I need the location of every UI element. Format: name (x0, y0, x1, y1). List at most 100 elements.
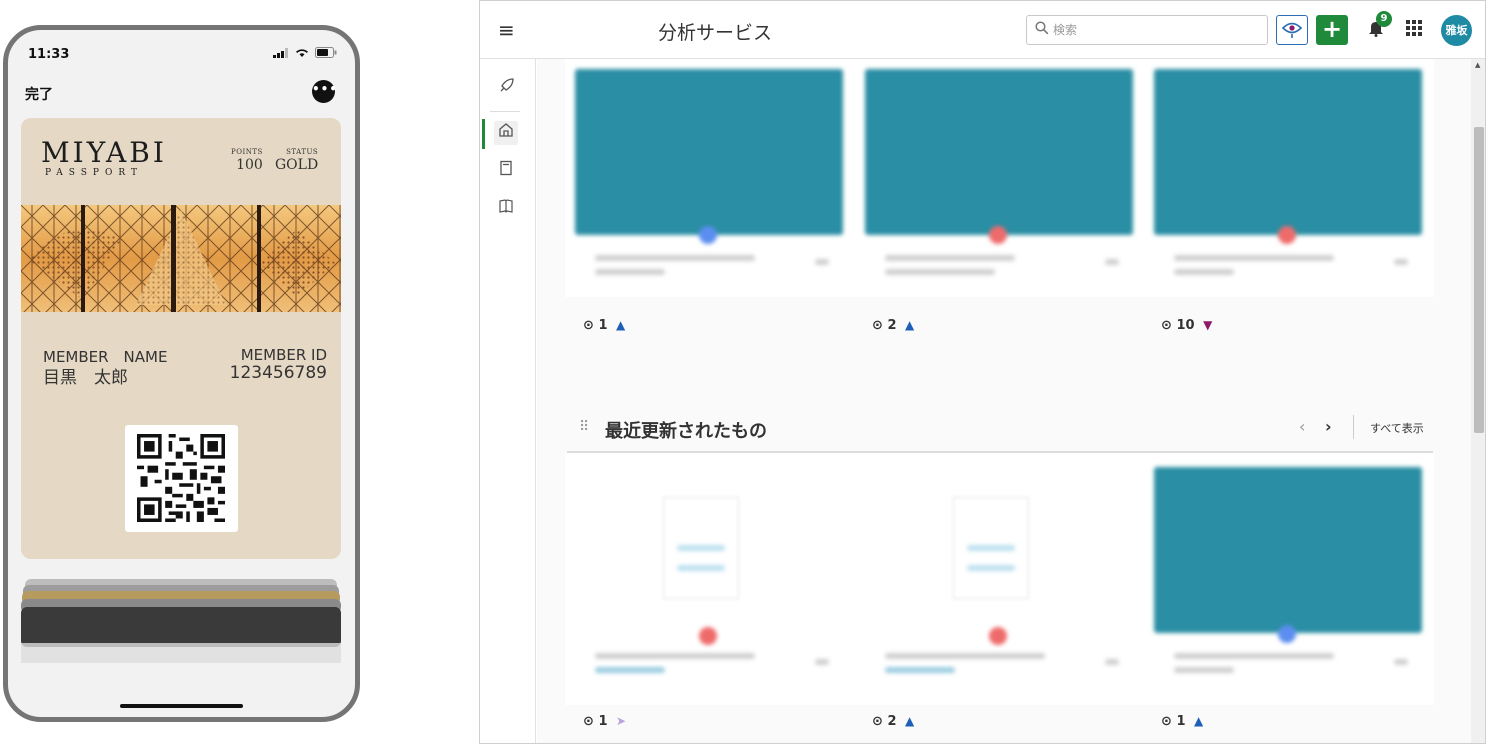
phone-frame: 11:33 完了 ••• MIYABI PASSPORT POINTS 100 … (3, 25, 360, 722)
card-subtitle-blurred (595, 667, 665, 673)
search-icon (1035, 21, 1049, 35)
card-stats: ⊙ 1 ➤ (583, 714, 626, 729)
eye-icon: ⊙ (872, 714, 883, 729)
top-bar: ≡ 分析サービス + 9 雅坂 (480, 1, 1485, 59)
card-thumbnail-detail (967, 545, 1015, 551)
view-count: 1 (598, 318, 608, 333)
card-subtitle-blurred (1174, 667, 1234, 673)
pass-logo: MIYABI (41, 136, 167, 169)
page: 11:33 完了 ••• MIYABI PASSPORT POINTS 100 … (0, 0, 1486, 744)
stacked-cards[interactable] (21, 579, 341, 669)
card-owner-dot (699, 627, 717, 645)
home-icon[interactable] (494, 121, 518, 145)
view-count: 1 (598, 714, 608, 729)
search-input[interactable] (1053, 20, 1253, 40)
chevron-right-icon[interactable]: › (1325, 417, 1332, 436)
card-title-blurred (1174, 255, 1334, 261)
member-id-value: 123456789 (229, 363, 327, 383)
card-owner-dot (1278, 226, 1296, 244)
trend-flat-icon: ➤ (616, 714, 627, 728)
card-title-blurred (885, 653, 1045, 659)
dashboard-card[interactable] (565, 453, 855, 705)
view-count: 10 (1176, 318, 1195, 333)
notebook-icon[interactable] (494, 159, 518, 183)
status-value: GOLD (275, 157, 319, 173)
view-count: 2 (887, 714, 897, 729)
eye-icon: ⊙ (1161, 714, 1172, 729)
add-button[interactable]: + (1316, 15, 1348, 45)
view-count: 1 (1176, 714, 1186, 729)
book-icon[interactable] (494, 197, 518, 221)
card-subtitle-blurred (595, 269, 665, 275)
show-all-link[interactable]: すべて表示 (1370, 420, 1424, 436)
signal-icon (273, 47, 288, 58)
card-owner-dot (989, 226, 1007, 244)
eye-icon: ⊙ (872, 318, 883, 333)
status-icons (273, 47, 337, 58)
trend-down-icon: ▼ (1203, 318, 1213, 332)
battery-icon (315, 47, 337, 58)
eye-icon: ⊙ (1161, 318, 1172, 333)
menu-icon[interactable]: ≡ (498, 18, 515, 42)
card-stats: ⊙ 10 ▼ (1161, 318, 1212, 333)
app-title: 分析サービス (658, 22, 773, 44)
nav-active-indicator (482, 119, 485, 149)
watch-button[interactable] (1276, 15, 1308, 45)
card-thumbnail (1154, 467, 1422, 633)
dashboard-card[interactable] (855, 453, 1145, 705)
card-stats: ⊙ 1 ▲ (583, 318, 625, 333)
dashboard-card[interactable] (565, 59, 855, 297)
home-indicator[interactable] (120, 704, 243, 708)
points-field: POINTS 100 (231, 148, 263, 173)
member-name-value: 目黒 太郎 (43, 368, 128, 388)
notification-badge: 9 (1376, 11, 1392, 27)
side-nav (480, 59, 536, 743)
qr-code-icon (137, 434, 225, 522)
card-subtitle-blurred (885, 667, 955, 673)
nav-separator (490, 111, 520, 112)
chevron-left-icon[interactable]: ‹ (1299, 417, 1305, 436)
card-thumbnail (575, 69, 843, 235)
card-title-blurred (595, 255, 755, 261)
scrollbar-thumb[interactable] (1474, 127, 1484, 433)
card-menu-blurred (1394, 659, 1408, 665)
points-label: POINTS (231, 148, 263, 156)
vertical-scrollbar[interactable]: ▲ (1471, 59, 1485, 743)
wifi-icon (296, 48, 308, 57)
card-thumbnail-detail (967, 565, 1015, 571)
card-thumbnail (865, 69, 1133, 235)
main-content: ⊙ 1 ▲ ⊙ 2 ▲ ⊙ 10 ▼ ⠿ 最近更新されたもの ‹ › すべて表示… (537, 59, 1471, 743)
dashboard-card[interactable] (1144, 59, 1434, 297)
view-count: 2 (887, 318, 897, 333)
pass-card[interactable]: MIYABI PASSPORT POINTS 100 STATUS GOLD M… (21, 118, 341, 559)
dashboard-card[interactable] (1144, 453, 1434, 705)
eye-icon: ⊙ (583, 714, 594, 729)
apps-grid-icon[interactable] (1406, 20, 1422, 36)
more-button[interactable]: ••• (312, 80, 337, 103)
dashboard-card[interactable] (855, 59, 1145, 297)
avatar[interactable]: 雅坂 (1441, 15, 1472, 46)
card-owner-dot (989, 627, 1007, 645)
card-stats: ⊙ 1 ▲ (1161, 714, 1203, 729)
done-button[interactable]: 完了 (25, 84, 53, 104)
qr-code (125, 425, 238, 532)
rocket-icon[interactable] (494, 77, 518, 101)
card-title-blurred (595, 653, 755, 659)
card-thumbnail-detail (677, 545, 725, 551)
app-window: ≡ 分析サービス + 9 雅坂 (479, 0, 1486, 744)
header-divider (1353, 415, 1354, 439)
section-title: 最近更新されたもの (605, 421, 767, 442)
card-menu-blurred (1394, 259, 1408, 265)
card-stats: ⊙ 2 ▲ (872, 714, 914, 729)
card-title-blurred (885, 255, 1015, 261)
card-menu-blurred (815, 659, 829, 665)
card-owner-dot (699, 226, 717, 244)
card-subtitle-blurred (1174, 269, 1234, 275)
search-box[interactable] (1026, 15, 1268, 45)
recent-section-header: ⠿ 最近更新されたもの ‹ › すべて表示 (567, 411, 1433, 453)
card-owner-dot (1278, 625, 1296, 643)
drag-handle-icon[interactable]: ⠿ (579, 419, 589, 435)
scroll-up-icon[interactable]: ▲ (1475, 61, 1480, 69)
trend-up-icon: ▲ (1194, 714, 1204, 728)
trend-up-icon: ▲ (905, 714, 915, 728)
